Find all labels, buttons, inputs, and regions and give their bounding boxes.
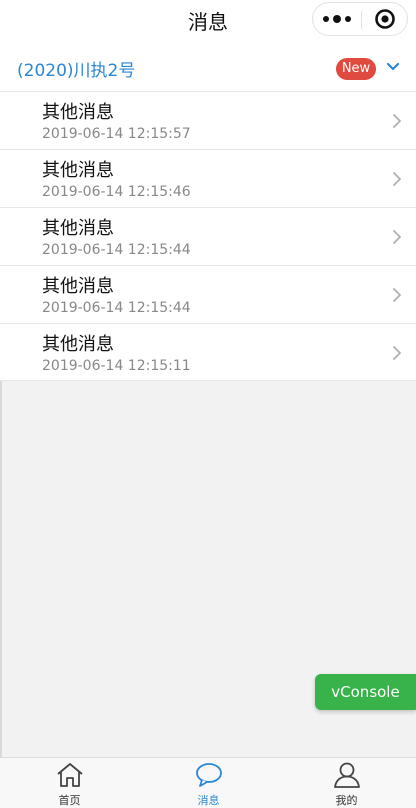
more-dot-icon [333,15,341,23]
target-icon [375,9,395,29]
home-icon [56,763,83,787]
vconsole-button[interactable]: vConsole [315,674,416,710]
chevron-down-icon[interactable] [386,62,400,72]
list-item[interactable]: 其他消息 2019-06-14 12:15:11 [0,324,416,381]
tab-home-label: 首页 [58,794,81,807]
list-item[interactable]: 其他消息 2019-06-14 12:15:44 [0,208,416,266]
list-item[interactable]: 其他消息 2019-06-14 12:15:44 [0,266,416,324]
more-dot-icon [345,16,351,22]
message-title: 其他消息 [42,102,114,123]
message-time: 2019-06-14 12:15:57 [42,126,191,142]
top-navigation-bar: 消息 [0,0,416,44]
list-item[interactable]: 其他消息 2019-06-14 12:15:57 [0,92,416,150]
tab-messages[interactable]: 消息 [139,758,278,808]
more-dot-icon [323,16,329,22]
chevron-right-icon [393,288,401,302]
message-title: 其他消息 [42,334,114,355]
message-time: 2019-06-14 12:15:46 [42,184,191,200]
message-title: 其他消息 [42,276,114,297]
message-time: 2019-06-14 12:15:44 [42,300,191,316]
list-item[interactable]: 其他消息 2019-06-14 12:15:46 [0,150,416,208]
tab-profile-label: 我的 [335,794,358,807]
message-title: 其他消息 [42,160,114,181]
tab-home[interactable]: 首页 [0,758,139,808]
new-badge: New [336,58,376,80]
user-icon [333,762,360,788]
chevron-right-icon [393,230,401,244]
group-title: (2020)川执2号 [17,61,136,81]
mini-program-capsule [312,2,408,36]
message-title: 其他消息 [42,218,114,239]
tab-profile[interactable]: 我的 [277,758,416,808]
chevron-right-icon [393,346,401,360]
message-time: 2019-06-14 12:15:11 [42,358,191,374]
bottom-tab-bar: 首页 消息 我的 [0,757,416,808]
tab-messages-label: 消息 [197,794,220,807]
close-target-button[interactable] [362,3,408,35]
message-list: 其他消息 2019-06-14 12:15:57 其他消息 2019-06-14… [0,92,416,381]
chevron-right-icon [393,114,401,128]
more-options-button[interactable] [313,3,361,35]
chat-bubble-icon [195,763,222,787]
message-time: 2019-06-14 12:15:44 [42,242,191,258]
group-header[interactable]: (2020)川执2号 New [0,44,416,92]
chevron-right-icon [393,172,401,186]
